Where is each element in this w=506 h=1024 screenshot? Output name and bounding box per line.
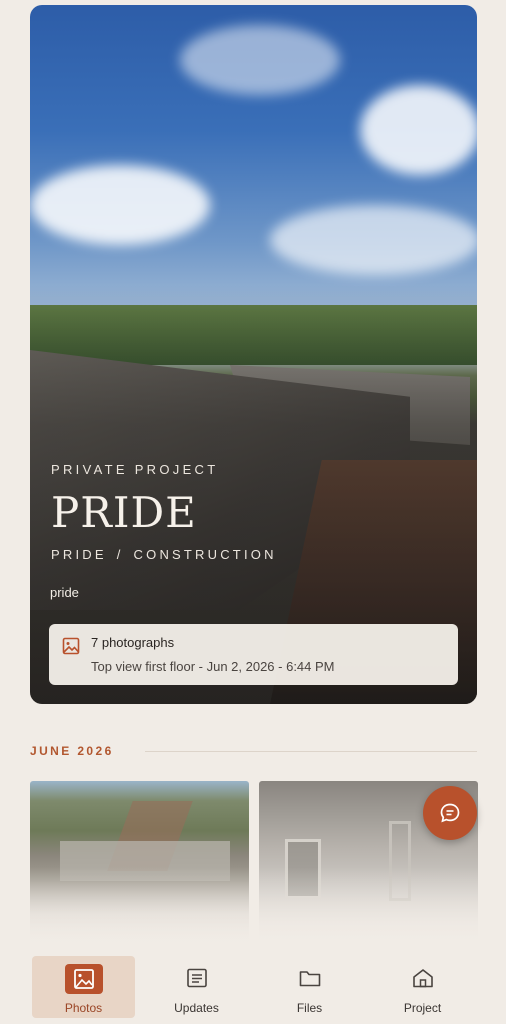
tab-photos[interactable]: Photos [32,956,135,1018]
tab-project[interactable]: Project [371,956,474,1018]
fade-overlay [30,867,249,947]
project-title: PRIDE [51,488,197,537]
tab-updates[interactable]: Updates [145,956,248,1018]
overlay-shade [30,5,477,704]
bottom-navigation: Photos Updates Files Project [0,951,506,1024]
breadcrumb-project[interactable]: PRIDE [51,547,107,562]
project-gallery-page: PRIVATE PROJECT PRIDE PRIDE / CONSTRUCTION… [0,0,506,1024]
breadcrumb-separator: / [116,547,124,562]
tab-files[interactable]: Files [258,956,361,1018]
photo-caption: Top view first floor - Jun 2, 2026 - 6:4… [91,659,335,674]
tab-label: Project [403,1001,442,1015]
project-cover-card[interactable]: PRIVATE PROJECT PRIDE PRIDE / CONSTRUCTION… [30,5,477,704]
project-description: pride [50,585,79,600]
breadcrumb-category[interactable]: CONSTRUCTION [134,547,277,562]
photo-thumbnail[interactable] [30,781,249,947]
home-icon [411,967,435,989]
tab-label: Files [296,1001,323,1015]
divider [145,751,477,752]
chat-button[interactable] [423,786,477,840]
fade-overlay [259,867,478,947]
list-icon [185,967,209,989]
photo-summary-card[interactable]: 7 photographs Top view first floor - Jun… [49,624,458,685]
image-icon [62,637,80,655]
chat-icon [440,803,460,823]
month-heading: JUNE 2026 [30,744,114,758]
photo-icon [64,964,103,994]
breadcrumb: PRIDE / CONSTRUCTION [51,547,277,562]
photo-count: 7 photographs [91,635,175,650]
tab-label: Updates [174,1001,219,1015]
folder-icon [298,967,322,989]
tab-label: Photos [64,1001,103,1015]
project-visibility: PRIVATE PROJECT [51,462,219,477]
